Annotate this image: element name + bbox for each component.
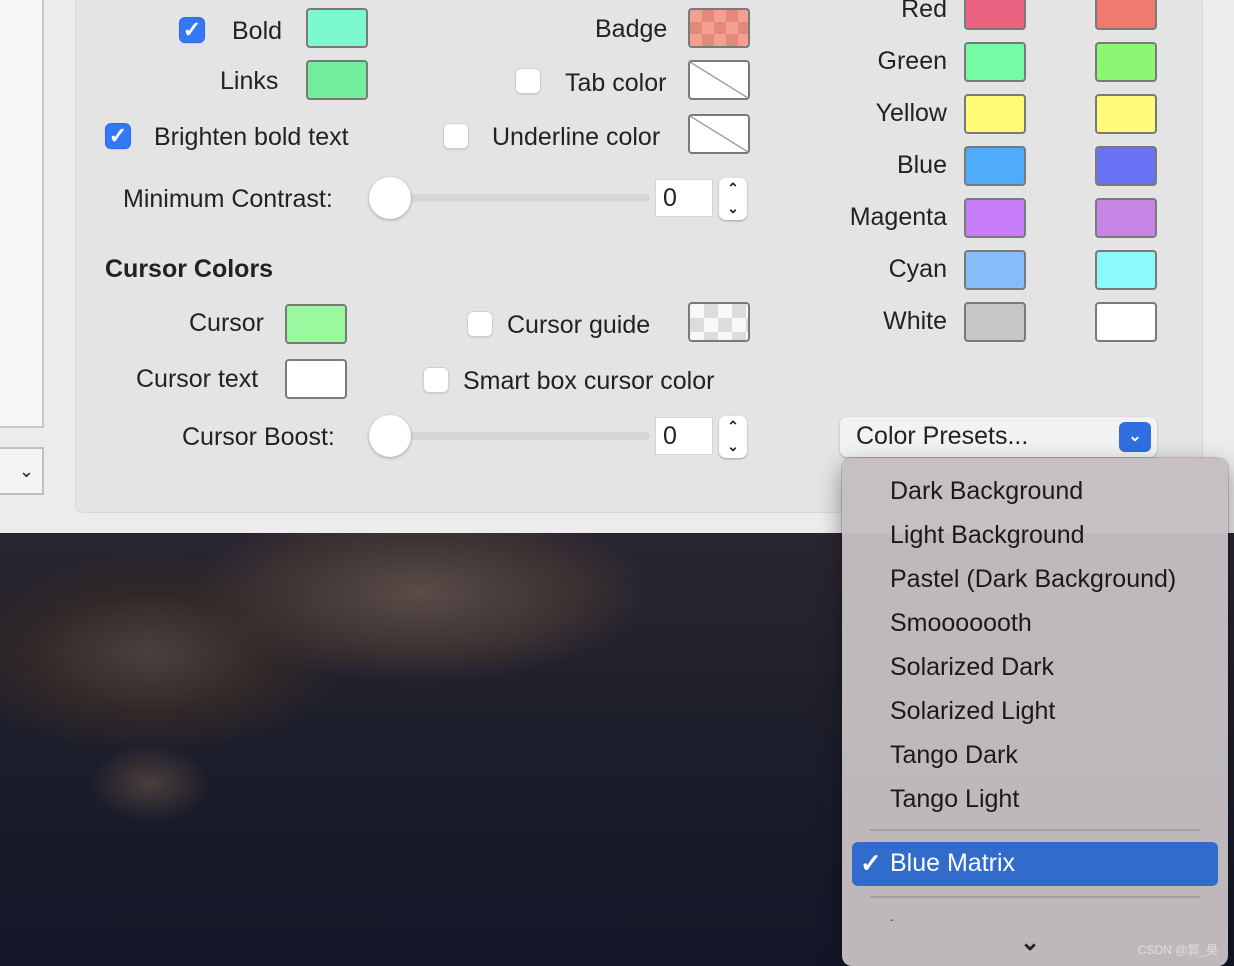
menu-item-light-background[interactable]: Light Background <box>890 520 1085 550</box>
ansi-label-yellow: Yellow <box>875 99 947 127</box>
menu-item-partial[interactable]: - <box>890 906 893 936</box>
color-presets-menu: Dark Background Light Background Pastel (D… <box>842 458 1228 966</box>
bold-color-swatch[interactable] <box>306 8 368 48</box>
minimum-contrast-label: Minimum Contrast: <box>123 185 333 213</box>
menu-item-smooooooth[interactable]: Smooooooth <box>890 608 1032 638</box>
ansi-red-bright-swatch[interactable] <box>1095 0 1157 30</box>
chevron-down-icon[interactable]: ⌄ <box>719 198 747 218</box>
cursor-boost-label: Cursor Boost: <box>182 423 335 451</box>
menu-item-pastel-dark-background[interactable]: Pastel (Dark Background) <box>890 564 1176 594</box>
ansi-blue-normal-swatch[interactable] <box>964 146 1026 186</box>
chevron-up-icon[interactable]: ⌃ <box>719 178 747 198</box>
smart-box-cursor-label: Smart box cursor color <box>463 367 715 395</box>
cursor-colors-heading: Cursor Colors <box>105 255 274 283</box>
ansi-label-green: Green <box>877 47 947 75</box>
chevron-down-icon: ⌄ <box>1119 422 1151 452</box>
bold-label: Bold <box>232 17 283 45</box>
menu-item-blue-matrix[interactable]: ✓ Blue Matrix <box>852 842 1218 886</box>
ansi-label-cyan: Cyan <box>888 255 947 283</box>
cursor-label: Cursor <box>189 309 265 337</box>
ansi-green-bright-swatch[interactable] <box>1095 42 1157 82</box>
minimum-contrast-slider-track[interactable] <box>390 194 650 202</box>
underline-color-label: Underline color <box>492 123 661 151</box>
minimum-contrast-slider-knob[interactable] <box>369 177 411 219</box>
ansi-green-normal-swatch[interactable] <box>964 42 1026 82</box>
cursor-guide-label: Cursor guide <box>507 311 651 339</box>
checkmark-icon: ✓ <box>860 848 882 878</box>
profile-list[interactable] <box>0 0 44 428</box>
links-label: Links <box>220 67 279 95</box>
ansi-red-normal-swatch[interactable] <box>964 0 1026 30</box>
badge-color-swatch[interactable] <box>688 8 750 48</box>
menu-item-label: Blue Matrix <box>890 849 1016 877</box>
cursor-boost-field[interactable]: 0 <box>655 417 713 455</box>
badge-label: Badge <box>595 15 668 43</box>
ansi-magenta-bright-swatch[interactable] <box>1095 198 1157 238</box>
tab-color-label: Tab color <box>565 69 667 97</box>
menu-item-tango-light[interactable]: Tango Light <box>890 784 1019 814</box>
cursor-boost-stepper[interactable]: ⌃ ⌄ <box>719 416 747 458</box>
ansi-label-red: Red <box>901 0 947 23</box>
chevron-down-icon: ⌄ <box>18 460 34 481</box>
menu-separator <box>870 829 1200 831</box>
watermark: CSDN @郭_昊 <box>1137 943 1218 957</box>
chevron-up-icon[interactable]: ⌃ <box>719 416 747 436</box>
cursor-boost-slider-knob[interactable] <box>369 415 411 457</box>
ansi-yellow-bright-swatch[interactable] <box>1095 94 1157 134</box>
tab-color-swatch[interactable] <box>688 60 750 100</box>
ansi-white-bright-swatch[interactable] <box>1095 302 1157 342</box>
cursor-guide-checkbox[interactable] <box>467 311 493 337</box>
brighten-bold-label: Brighten bold text <box>154 123 349 151</box>
cursor-guide-swatch[interactable] <box>688 302 750 342</box>
links-color-swatch[interactable] <box>306 60 368 100</box>
cursor-text-label: Cursor text <box>136 365 259 393</box>
ansi-white-normal-swatch[interactable] <box>964 302 1026 342</box>
color-presets-button[interactable]: Color Presets... ⌄ <box>840 417 1157 457</box>
menu-item-tango-dark[interactable]: Tango Dark <box>890 740 1018 770</box>
ansi-label-magenta: Magenta <box>849 203 947 231</box>
cursor-text-color-swatch[interactable] <box>285 359 347 399</box>
scroll-down-chevron-icon[interactable]: ⌄ <box>1020 928 1040 957</box>
menu-separator <box>870 896 1200 898</box>
minimum-contrast-stepper[interactable]: ⌃ ⌄ <box>719 178 747 220</box>
smart-box-cursor-checkbox[interactable] <box>423 367 449 393</box>
color-presets-label: Color Presets... <box>856 422 1029 450</box>
preferences-window: ⌄ ✓ Bold Links ✓ Brighten bold text Badg… <box>0 0 1234 533</box>
bold-checkbox[interactable]: ✓ <box>179 17 205 43</box>
profile-popup-button[interactable]: ⌄ <box>0 447 44 495</box>
cursor-color-swatch[interactable] <box>285 304 347 344</box>
ansi-yellow-normal-swatch[interactable] <box>964 94 1026 134</box>
ansi-label-blue: Blue <box>896 151 947 179</box>
underline-color-swatch[interactable] <box>688 114 750 154</box>
chevron-down-icon[interactable]: ⌄ <box>719 436 747 456</box>
ansi-cyan-bright-swatch[interactable] <box>1095 250 1157 290</box>
minimum-contrast-field[interactable]: 0 <box>655 179 713 217</box>
ansi-label-white: White <box>883 307 947 335</box>
menu-item-solarized-light[interactable]: Solarized Light <box>890 696 1055 726</box>
menu-item-dark-background[interactable]: Dark Background <box>890 476 1083 506</box>
ansi-blue-bright-swatch[interactable] <box>1095 146 1157 186</box>
menu-item-solarized-dark[interactable]: Solarized Dark <box>890 652 1054 682</box>
ansi-magenta-normal-swatch[interactable] <box>964 198 1026 238</box>
brighten-bold-checkbox[interactable]: ✓ <box>105 123 131 149</box>
ansi-cyan-normal-swatch[interactable] <box>964 250 1026 290</box>
cursor-boost-slider-track[interactable] <box>390 432 650 440</box>
underline-color-checkbox[interactable] <box>443 123 469 149</box>
tab-color-checkbox[interactable] <box>515 68 541 94</box>
